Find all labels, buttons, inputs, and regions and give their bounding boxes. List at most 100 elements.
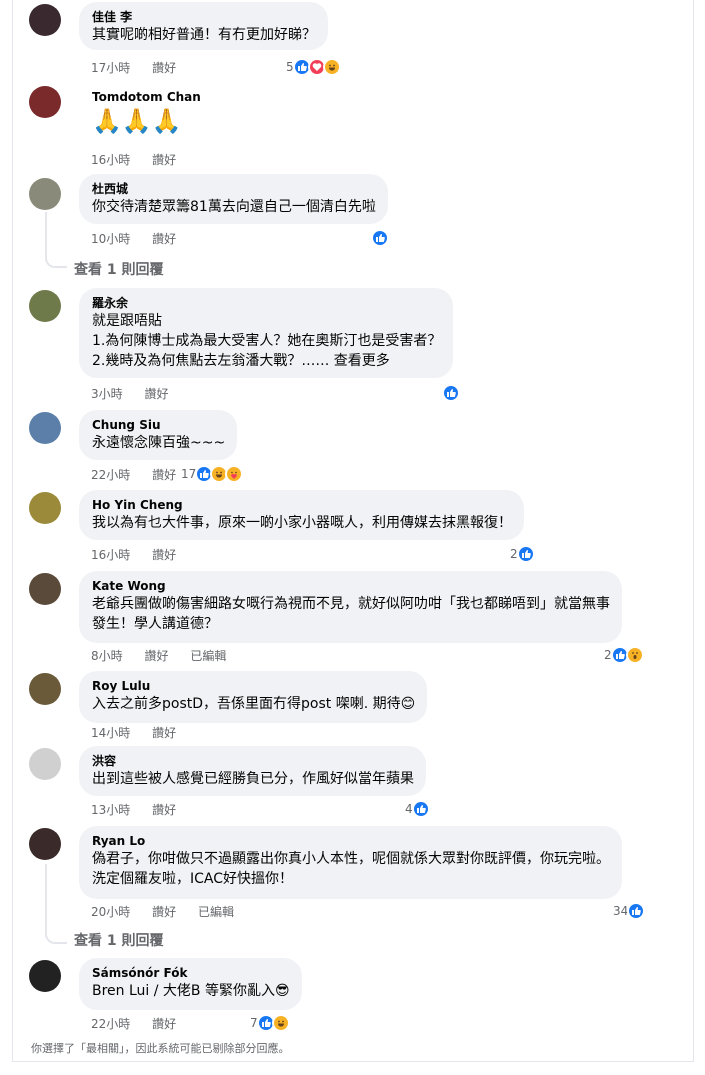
avatar[interactable] xyxy=(29,4,61,36)
reaction-summary[interactable]: 7 xyxy=(250,1014,290,1032)
comment-meta: 8小時 讚好 已編輯 xyxy=(91,648,244,664)
like-icon xyxy=(516,545,535,563)
commenter-name[interactable]: Sámsónór Fók xyxy=(92,965,290,981)
like-button[interactable]: 讚好 xyxy=(144,387,168,401)
comment-time[interactable]: 17小時 xyxy=(91,61,130,75)
comment-bubble: 洪容 出到這些被人感覺已經勝負已分，作風好似當年蘋果 xyxy=(79,746,426,796)
like-button[interactable]: 讚好 xyxy=(152,905,176,919)
like-button[interactable]: 讚好 xyxy=(152,803,176,817)
like-button[interactable]: 讚好 xyxy=(152,61,176,75)
comment-time[interactable]: 14小時 xyxy=(91,726,130,740)
like-icon xyxy=(442,384,460,402)
reaction-summary[interactable]: 17 xyxy=(181,465,244,483)
comment-text: 偽君子，你咁做只不過顯露出你真小人本性，呢個就係大眾對你既評價，你玩完啦。 xyxy=(92,851,610,867)
comment-bubble: Kate Wong 老爺兵團做啲傷害細路女嘅行為視而不見，就好似阿叻咁「我乜都睇… xyxy=(79,571,622,643)
commenter-name[interactable]: 杜西城 xyxy=(92,181,376,197)
comment-text: Bren Lui / 大佬B 等緊你亂入😎 xyxy=(92,983,290,999)
like-icon xyxy=(371,229,389,247)
comment-text: 洗定個羅友啦，ICAC好快搵你！ xyxy=(92,871,294,887)
comment-time[interactable]: 22小時 xyxy=(91,468,130,482)
edited-label: 已編輯 xyxy=(190,649,227,663)
reaction-summary[interactable]: 4 xyxy=(405,800,430,818)
view-replies-link[interactable]: 查看 1 則回覆 xyxy=(74,259,164,279)
commenter-name[interactable]: Kate Wong xyxy=(92,578,610,594)
comment-time[interactable]: 20小時 xyxy=(91,905,130,919)
comment-meta: 16小時 讚好 xyxy=(91,547,194,563)
comments-panel: 佳佳 李 其實呢啲相好普通！有冇更加好睇？ 17小時 讚好 5 Tomdotom… xyxy=(12,0,694,1062)
comment-time[interactable]: 22小時 xyxy=(91,1017,130,1031)
comment-text: 2.幾時及為何焦點去左翁潘大戰？…… 查看更多 xyxy=(92,353,390,369)
haha-icon xyxy=(322,58,341,76)
edited-label: 已編輯 xyxy=(197,905,234,919)
like-button[interactable]: 讚好 xyxy=(152,1017,176,1031)
view-replies-link[interactable]: 查看 1 則回覆 xyxy=(74,930,164,950)
comment-bubble: 羅永余 就是跟唔貼 1.為何陳博士成為最大受害人？她在奧斯汀也是受害者？ 2.幾… xyxy=(79,288,454,378)
comment-time[interactable]: 16小時 xyxy=(91,153,130,167)
reply-thread-line xyxy=(45,212,67,268)
comment-text: 永遠懷念陳百強~~~ xyxy=(92,435,226,451)
commenter-name[interactable]: Roy Lulu xyxy=(92,678,415,694)
comment-meta: 16小時 讚好 xyxy=(91,152,194,168)
comment-bubble: Ho Yin Cheng 我以為有乜大件事，原來一啲小家小器嘅人，利用傳媒去抹黑… xyxy=(79,490,524,540)
avatar[interactable] xyxy=(29,492,61,524)
like-button[interactable]: 讚好 xyxy=(152,548,176,562)
commenter-name[interactable]: Ho Yin Cheng xyxy=(92,497,512,513)
like-button[interactable]: 讚好 xyxy=(144,649,168,663)
comment-text: 就是跟唔貼 xyxy=(92,313,162,329)
comment-text: 入去之前多postD，吾係里面冇得post 㗎喇. 期待😊 xyxy=(92,696,416,712)
avatar[interactable] xyxy=(29,412,61,444)
commenter-name[interactable]: Tomdotom Chan xyxy=(92,89,201,105)
reaction-summary[interactable]: 2 xyxy=(604,646,644,664)
avatar[interactable] xyxy=(29,178,61,210)
comment-text: 🙏🙏🙏 xyxy=(92,107,182,135)
comment-bubble: Roy Lulu 入去之前多postD，吾係里面冇得post 㗎喇. 期待😊 xyxy=(79,671,428,723)
reaction-count: 17 xyxy=(181,467,197,481)
reaction-summary[interactable] xyxy=(442,384,460,402)
comment-meta: 20小時 讚好 已編輯 xyxy=(91,904,252,920)
avatar[interactable] xyxy=(29,960,61,992)
comment-meta: 22小時 讚好 xyxy=(91,467,194,483)
avatar[interactable] xyxy=(29,86,61,118)
commenter-name[interactable]: 洪容 xyxy=(92,753,414,769)
avatar[interactable] xyxy=(29,828,61,860)
like-icon xyxy=(411,800,430,818)
reaction-count: 34 xyxy=(613,904,629,918)
comment-text: 你交待清楚眾籌81萬去向還自己一個清白先啦 xyxy=(92,199,376,215)
like-button[interactable]: 讚好 xyxy=(152,232,176,246)
comment-time[interactable]: 13小時 xyxy=(91,803,130,817)
reaction-summary[interactable] xyxy=(371,229,389,247)
care-icon xyxy=(225,465,244,483)
comment-meta: 13小時 讚好 xyxy=(91,802,194,818)
comment-bubble: Sámsónór Fók Bren Lui / 大佬B 等緊你亂入😎 xyxy=(79,958,302,1010)
avatar[interactable] xyxy=(29,673,61,705)
commenter-name[interactable]: Ryan Lo xyxy=(92,833,610,849)
comment-bubble: Chung Siu 永遠懷念陳百強~~~ xyxy=(79,410,238,460)
comment-text: 老爺兵團做啲傷害細路女嘅行為視而不見，就好似阿叻咁「我乜都睇唔到」就當無事 xyxy=(92,596,610,612)
comment-bubble: 杜西城 你交待清楚眾籌81萬去向還自己一個清白先啦 xyxy=(79,174,388,224)
avatar[interactable] xyxy=(29,290,61,322)
sort-notice: 你選擇了「最相關」，因此系統可能已剔除部分回應。 xyxy=(31,1042,290,1055)
like-button[interactable]: 讚好 xyxy=(152,468,176,482)
comment-time[interactable]: 8小時 xyxy=(91,649,123,663)
like-button[interactable]: 讚好 xyxy=(152,726,176,740)
like-button[interactable]: 讚好 xyxy=(152,153,176,167)
reaction-summary[interactable]: 5 xyxy=(286,58,341,76)
avatar[interactable] xyxy=(29,748,61,780)
comment-bubble: Tomdotom Chan 🙏🙏🙏 xyxy=(79,82,213,142)
comment-meta: 14小時 讚好 xyxy=(91,725,194,741)
comment-time[interactable]: 3小時 xyxy=(91,387,123,401)
commenter-name[interactable]: 羅永余 xyxy=(92,295,441,311)
avatar[interactable] xyxy=(29,573,61,605)
comment-time[interactable]: 10小時 xyxy=(91,232,130,246)
commenter-name[interactable]: Chung Siu xyxy=(92,417,225,433)
comment-meta: 10小時 讚好 xyxy=(91,231,194,247)
comment-text: 其實呢啲相好普通！有冇更加好睇？ xyxy=(92,27,316,43)
comment-meta: 17小時 讚好 xyxy=(91,60,194,76)
reaction-summary[interactable]: 34 xyxy=(613,902,646,920)
commenter-name[interactable]: 佳佳 李 xyxy=(92,9,316,25)
comment-time[interactable]: 16小時 xyxy=(91,548,130,562)
reaction-summary[interactable]: 2 xyxy=(510,545,535,563)
comment-bubble: 佳佳 李 其實呢啲相好普通！有冇更加好睇？ xyxy=(79,2,328,50)
comment-meta: 22小時 讚好 xyxy=(91,1016,194,1032)
comment-meta: 3小時 讚好 xyxy=(91,386,186,402)
